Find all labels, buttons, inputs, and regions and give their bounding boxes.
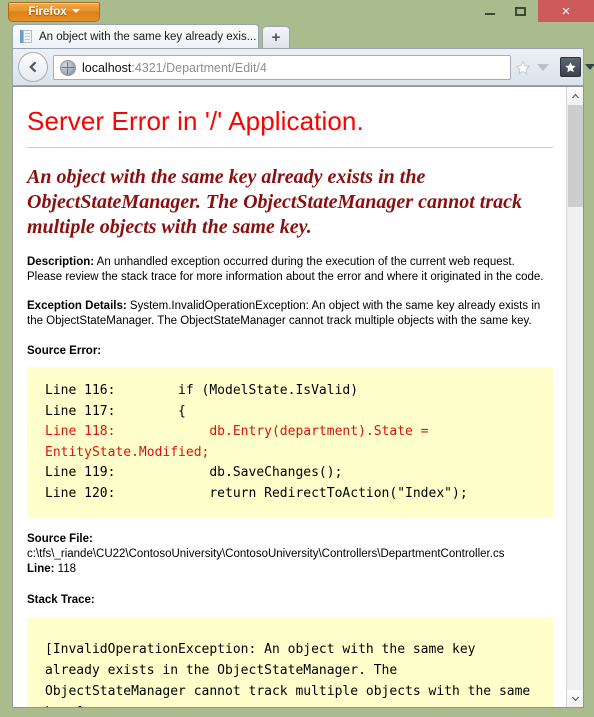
source-code-line: Line 116: if (ModelState.IsValid)	[45, 383, 359, 398]
globe-icon	[60, 59, 76, 76]
url-host: localhost	[82, 60, 132, 75]
star-filled-icon	[565, 61, 576, 72]
exception-details-paragraph: Exception Details: System.InvalidOperati…	[27, 299, 553, 328]
description-paragraph: Description: An unhandled exception occu…	[27, 255, 553, 284]
browser-window: Firefox × An object with the same key al…	[0, 0, 594, 717]
bookmarks-button[interactable]	[560, 57, 581, 77]
page-title: Server Error in '/' Application.	[27, 106, 364, 136]
tab-strip: An object with the same key already exis…	[0, 22, 594, 49]
title-bar: Firefox ×	[0, 0, 594, 22]
exception-details-label: Exception Details:	[27, 300, 127, 312]
source-code-line: Line 118: db.Entry(department).State = E…	[45, 424, 429, 460]
description-label: Description:	[27, 256, 95, 268]
minimize-icon	[476, 0, 504, 22]
description-text: An unhandled exception occurred during t…	[27, 256, 544, 283]
plus-icon: +	[271, 29, 281, 46]
source-file-label: Source File:	[27, 533, 93, 545]
source-code-line: Line 117: {	[45, 403, 186, 419]
source-code-line: Line 120: return RedirectToAction("Index…	[45, 485, 468, 501]
vertical-scrollbar[interactable]	[566, 87, 583, 707]
title-divider	[27, 147, 553, 148]
source-file-value: c:\tfs\_riande\CU22\ContosoUniversity\Co…	[27, 548, 505, 560]
line-label: Line:	[27, 563, 55, 575]
source-file-info: Source File: c:\tfs\_riande\CU22\Contoso…	[27, 532, 553, 577]
chevron-up-icon	[571, 93, 579, 98]
star-outline-icon	[515, 60, 531, 75]
tab-active[interactable]: An object with the same key already exis…	[12, 24, 259, 49]
firefox-menu-label: Firefox	[28, 6, 67, 18]
close-button[interactable]: ×	[538, 0, 594, 22]
url-input[interactable]: localhost:4321/Department/Edit/4	[53, 55, 511, 80]
urlbar-dropdown-icon[interactable]	[537, 64, 549, 71]
scrollbar-thumb[interactable]	[568, 105, 583, 207]
source-code-line: Line 119: db.SaveChanges();	[45, 465, 343, 480]
scroll-down-button[interactable]	[567, 690, 583, 707]
chevron-down-icon	[571, 696, 579, 701]
error-message: An object with the same key already exis…	[27, 166, 522, 238]
error-page: Server Error in '/' Application. An obje…	[13, 87, 567, 707]
url-path: :4321/Department/Edit/4	[131, 60, 267, 75]
navigation-toolbar: localhost:4321/Department/Edit/4	[12, 48, 594, 86]
close-icon: ×	[561, 2, 571, 20]
page-icon	[20, 30, 33, 44]
firefox-menu-button[interactable]: Firefox	[8, 2, 100, 22]
scroll-up-button[interactable]	[567, 87, 583, 104]
maximize-icon	[506, 0, 534, 22]
minimize-button[interactable]	[476, 0, 504, 22]
chevron-down-icon	[71, 8, 80, 13]
back-arrow-icon	[29, 61, 37, 73]
back-button[interactable]	[18, 52, 48, 82]
url-text: localhost:4321/Department/Edit/4	[82, 61, 267, 75]
stack-trace-heading: Stack Trace:	[27, 594, 95, 606]
bookmarks-dropdown-icon[interactable]	[585, 64, 594, 70]
stack-trace-block: [InvalidOperationException: An object wi…	[27, 617, 553, 707]
tab-title: An object with the same key already exis…	[39, 31, 257, 43]
bookmark-star-icon[interactable]	[515, 60, 531, 76]
new-tab-button[interactable]: +	[262, 26, 290, 49]
maximize-button[interactable]	[506, 0, 534, 22]
line-value: 118	[54, 563, 77, 575]
source-error-code-block: Line 116: if (ModelState.IsValid) Line 1…	[27, 367, 553, 518]
content-viewport: Server Error in '/' Application. An obje…	[12, 86, 584, 708]
source-error-heading: Source Error:	[27, 345, 102, 357]
